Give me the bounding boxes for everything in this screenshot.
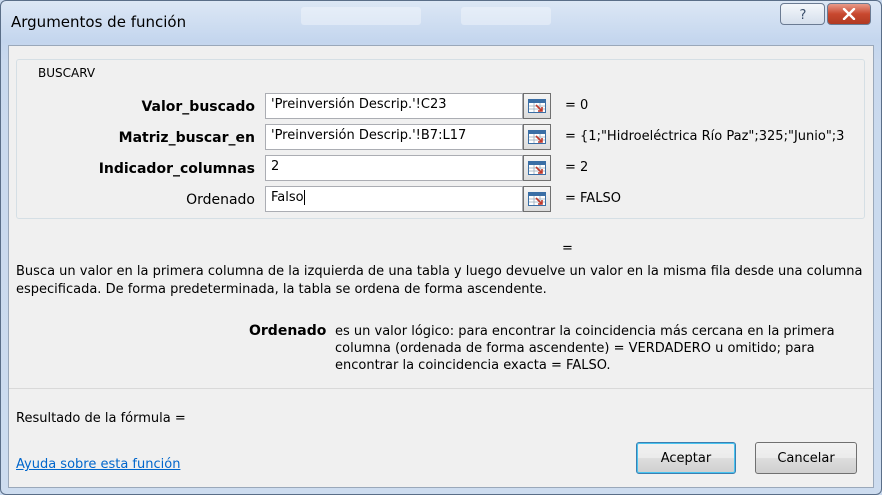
dialog-title: Argumentos de función <box>11 13 187 31</box>
help-button[interactable]: ? <box>780 3 825 25</box>
argument-label: Ordenado <box>186 192 255 208</box>
accept-button[interactable]: Aceptar <box>636 442 736 474</box>
range-collapse-icon <box>528 192 546 206</box>
svg-text:?: ? <box>799 8 806 21</box>
argument-row-matriz-buscar-en: Matriz_buscar_en 'Preinversión Descrip.'… <box>25 124 865 152</box>
range-select-button[interactable] <box>523 186 551 212</box>
argument-row-indicador-columnas: Indicador_columnas 2 = 2 <box>25 155 865 183</box>
range-select-button[interactable] <box>523 93 551 119</box>
range-collapse-icon <box>528 161 546 175</box>
question-icon: ? <box>799 8 806 21</box>
overall-equals: = <box>562 241 573 256</box>
argument-result: = FALSO <box>565 191 621 206</box>
argument-row-ordenado: Ordenado Falso = FALSO <box>25 186 865 214</box>
indicador-columnas-input[interactable]: 2 <box>265 155 523 181</box>
range-collapse-icon <box>528 99 546 113</box>
range-select-button[interactable] <box>523 124 551 150</box>
formula-result-label: Resultado de la fórmula = <box>16 411 186 426</box>
title-bar[interactable]: Argumentos de función ? <box>1 1 881 41</box>
argument-help-name: Ordenado <box>249 323 327 339</box>
function-name: BUSCARV <box>35 66 99 80</box>
argument-label: Valor_buscado <box>141 99 255 115</box>
argument-label: Matriz_buscar_en <box>118 130 255 146</box>
cancel-button[interactable]: Cancelar <box>755 442 857 474</box>
text-caret <box>303 190 305 205</box>
title-bar-ghost <box>461 7 551 25</box>
argument-result: = {1;"Hidroeléctrica Río Paz";325;"Junio… <box>565 129 845 144</box>
help-link[interactable]: Ayuda sobre esta función <box>16 457 180 472</box>
close-button[interactable] <box>827 3 871 25</box>
range-select-button[interactable] <box>523 155 551 181</box>
argument-label: Indicador_columnas <box>98 161 255 177</box>
function-description: Busca un valor en la primera columna de … <box>16 264 863 297</box>
dialog-window: Argumentos de función ? BUSCARV Valor_bu… <box>0 0 882 495</box>
range-collapse-icon <box>528 130 546 144</box>
input-value: Falso <box>271 190 304 205</box>
arguments-group: BUSCARV Valor_buscado 'Preinversión Desc… <box>16 59 865 219</box>
dialog-body: BUSCARV Valor_buscado 'Preinversión Desc… <box>8 45 874 488</box>
argument-result: = 0 <box>565 98 589 113</box>
divider <box>9 388 873 389</box>
argument-help-text: es un valor lógico: para encontrar la co… <box>335 324 835 373</box>
close-icon <box>842 8 856 20</box>
matriz-buscar-en-input[interactable]: 'Preinversión Descrip.'!B7:L17 <box>265 124 523 150</box>
argument-result: = 2 <box>565 160 589 175</box>
argument-row-valor-buscado: Valor_buscado 'Preinversión Descrip.'!C2… <box>25 93 865 121</box>
ordenado-input[interactable]: Falso <box>265 186 523 212</box>
title-bar-ghost <box>301 7 421 25</box>
valor-buscado-input[interactable]: 'Preinversión Descrip.'!C23 <box>265 93 523 119</box>
